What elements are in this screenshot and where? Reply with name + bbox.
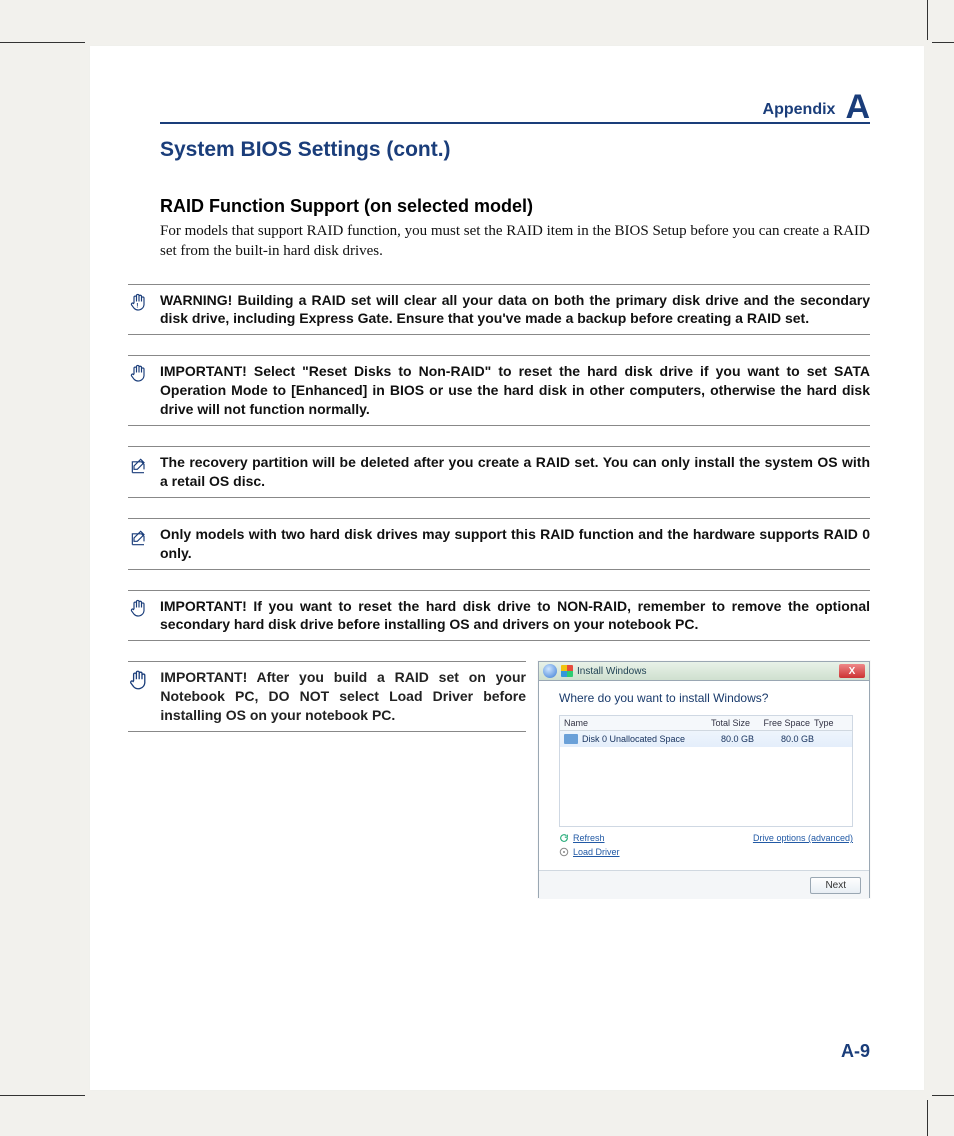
hand-stop-icon	[128, 362, 150, 390]
dialog-body: Where do you want to install Windows? Na…	[539, 681, 869, 870]
note-pencil-icon	[128, 525, 150, 553]
page: Appendix A System BIOS Settings (cont.) …	[90, 46, 924, 1090]
refresh-icon	[559, 833, 569, 843]
callout-important: IMPORTANT! After you build a RAID set on…	[128, 661, 526, 732]
col-type: Type	[810, 718, 848, 728]
back-button[interactable]	[543, 664, 557, 678]
hand-stop-icon	[128, 668, 150, 696]
crop-mark	[927, 1100, 928, 1136]
disk-icon	[564, 734, 578, 744]
dialog-heading: Where do you want to install Windows?	[559, 691, 853, 705]
callout-text: IMPORTANT! If you want to reset the hard…	[160, 597, 870, 635]
window-title: Install Windows	[577, 666, 646, 677]
callout-text: WARNING! Building a RAID set will clear …	[160, 291, 870, 329]
drive-options-link[interactable]: Drive options (advanced)	[753, 833, 853, 843]
disk-name: Disk 0 Unallocated Space	[582, 734, 699, 744]
callout-text: Only models with two hard disk drives ma…	[160, 525, 870, 563]
crop-mark	[932, 1095, 954, 1096]
window-titlebar: Install Windows X	[539, 662, 869, 681]
callout-warning: ! WARNING! Building a RAID set will clea…	[128, 284, 870, 336]
section-heading: RAID Function Support (on selected model…	[160, 196, 870, 217]
drive-options-label: Drive options (advanced)	[753, 833, 853, 843]
col-total-size: Total Size	[695, 718, 750, 728]
disk-total-size: 80.0 GB	[699, 734, 754, 744]
callout-note: Only models with two hard disk drives ma…	[128, 518, 870, 570]
page-header: Appendix A	[160, 86, 870, 124]
crop-mark	[0, 42, 85, 43]
hand-warning-icon: !	[128, 291, 150, 319]
col-name: Name	[564, 718, 695, 728]
dialog-footer: Next	[539, 870, 869, 899]
hand-stop-icon	[128, 597, 150, 625]
windows-logo-icon	[561, 665, 573, 677]
col-free-space: Free Space	[750, 718, 810, 728]
intro-paragraph: For models that support RAID function, y…	[160, 221, 870, 262]
callout-with-screenshot: IMPORTANT! After you build a RAID set on…	[128, 661, 870, 898]
disk-list: Name Total Size Free Space Type Disk 0 U…	[559, 715, 853, 827]
page-number: A-9	[841, 1041, 870, 1062]
refresh-link[interactable]: Refresh	[559, 833, 620, 843]
crop-mark	[927, 0, 928, 40]
callout-important: IMPORTANT! Select "Reset Disks to Non-RA…	[128, 355, 870, 426]
crop-mark	[932, 42, 954, 43]
page-title: System BIOS Settings (cont.)	[160, 138, 870, 162]
dialog-links: Refresh Load Driver Drive options (advan…	[559, 833, 853, 857]
load-driver-label: Load Driver	[573, 847, 620, 857]
refresh-label: Refresh	[573, 833, 605, 843]
list-header: Name Total Size Free Space Type	[560, 716, 852, 731]
callout-important: IMPORTANT! If you want to reset the hard…	[128, 590, 870, 642]
callout-text: IMPORTANT! Select "Reset Disks to Non-RA…	[160, 362, 870, 419]
windows-installer-dialog: Install Windows X Where do you want to i…	[538, 661, 870, 898]
callout-text: IMPORTANT! After you build a RAID set on…	[160, 668, 526, 725]
disk-row[interactable]: Disk 0 Unallocated Space 80.0 GB 80.0 GB	[560, 731, 852, 747]
svg-text:!: !	[136, 302, 138, 309]
callout-note: The recovery partition will be deleted a…	[128, 446, 870, 498]
callout-text: The recovery partition will be deleted a…	[160, 453, 870, 491]
appendix-letter: A	[845, 90, 870, 124]
canvas: Appendix A System BIOS Settings (cont.) …	[0, 0, 954, 1136]
disk-free-space: 80.0 GB	[754, 734, 814, 744]
close-button[interactable]: X	[839, 664, 865, 678]
appendix-label: Appendix	[763, 101, 836, 119]
cd-icon	[559, 847, 569, 857]
next-button[interactable]: Next	[810, 877, 861, 894]
note-pencil-icon	[128, 453, 150, 481]
crop-mark	[0, 1095, 85, 1096]
load-driver-link[interactable]: Load Driver	[559, 847, 620, 857]
